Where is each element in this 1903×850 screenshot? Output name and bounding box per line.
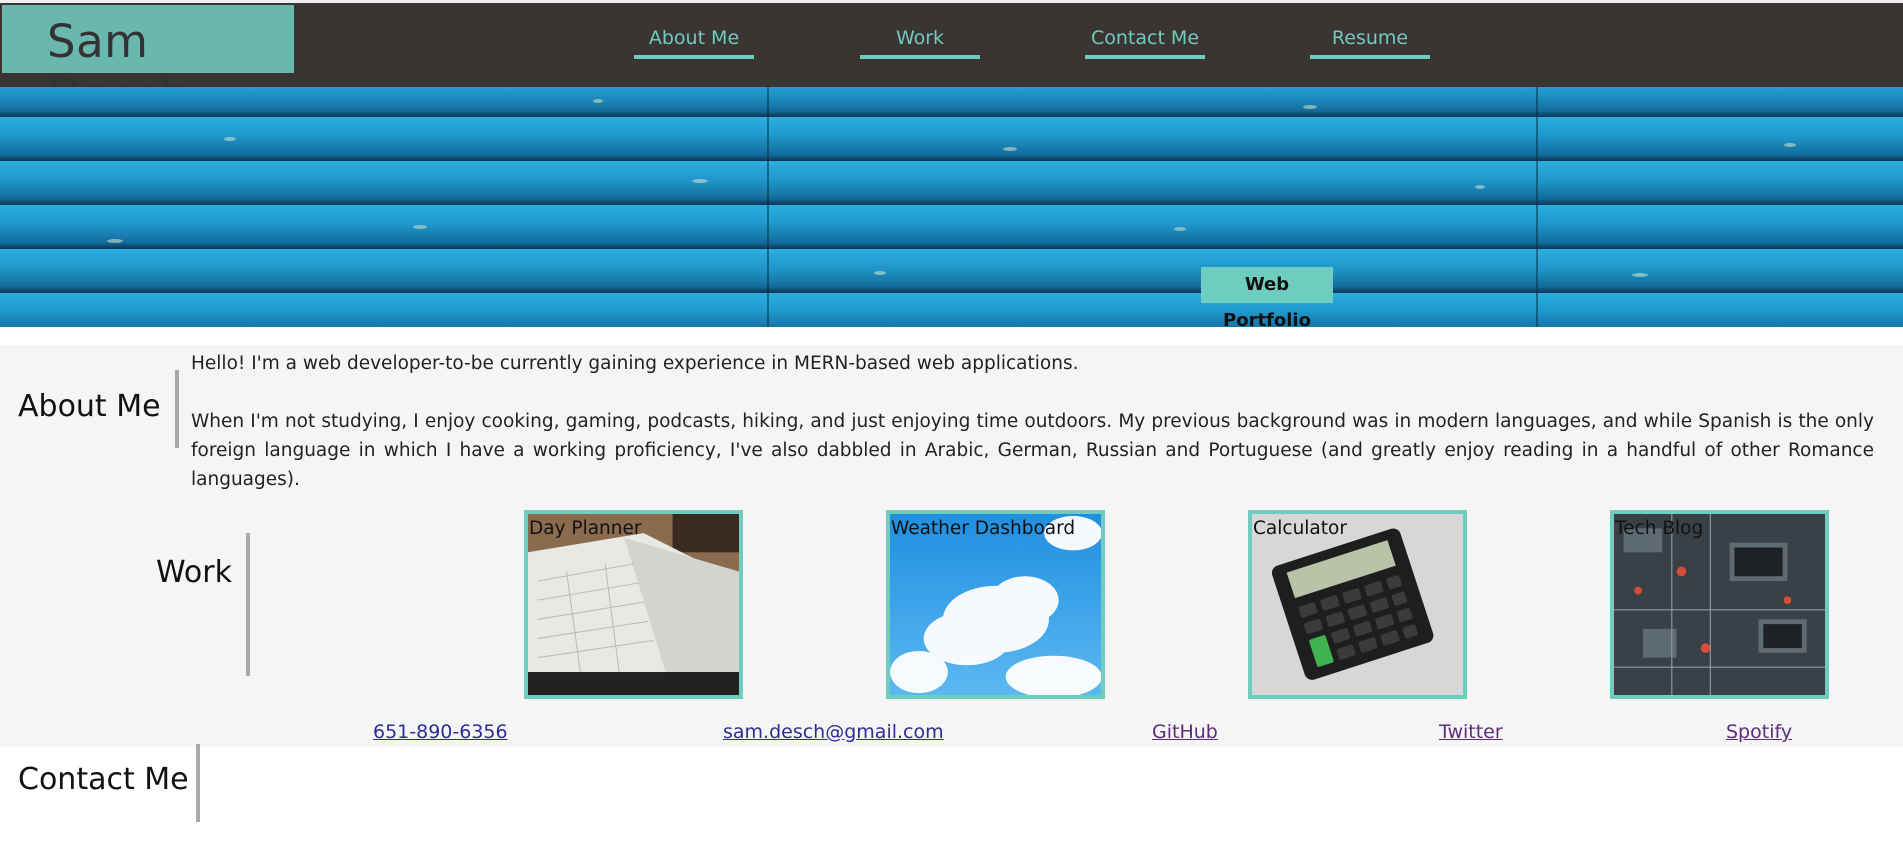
- work-divider: [246, 533, 250, 676]
- clouds-photo-icon: [890, 514, 1101, 695]
- hero-banner: Web Portfolio: [0, 87, 1903, 327]
- about-me-heading: About Me: [18, 389, 161, 424]
- site-header: Sam Desch About Me Work Contact Me Resum…: [0, 0, 1903, 121]
- contact-me-heading: Contact Me: [18, 762, 189, 797]
- nav-link-about-me[interactable]: About Me: [634, 23, 754, 59]
- project-card-day-planner[interactable]: Day Planner: [524, 510, 743, 699]
- nav-link-contact-me[interactable]: Contact Me: [1085, 23, 1205, 59]
- project-label: Calculator: [1253, 518, 1347, 539]
- spotify-link[interactable]: Spotify: [1726, 721, 1792, 743]
- twitter-link[interactable]: Twitter: [1439, 721, 1503, 743]
- project-label: Weather Dashboard: [891, 518, 1076, 539]
- main-nav: About Me Work Contact Me Resume: [0, 3, 1903, 90]
- wood-planks-image: [0, 87, 1903, 327]
- circuit-board-photo-icon: [1614, 514, 1825, 695]
- contact-divider: [196, 744, 200, 822]
- content-section: About Me Hello! I'm a web developer-to-b…: [0, 345, 1903, 747]
- about-text: Hello! I'm a web developer-to-be current…: [191, 349, 1874, 494]
- about-divider: [175, 370, 179, 448]
- nav-link-work[interactable]: Work: [860, 23, 980, 59]
- calculator-photo-icon: [1252, 514, 1463, 695]
- project-label: Day Planner: [529, 518, 642, 539]
- planner-photo-icon: [528, 514, 739, 695]
- nav-link-resume[interactable]: Resume: [1310, 23, 1430, 59]
- email-link[interactable]: sam.desch@gmail.com: [723, 721, 944, 743]
- about-paragraph-2: When I'm not studying, I enjoy cooking, …: [191, 411, 1874, 490]
- phone-link[interactable]: 651-890-6356: [373, 721, 508, 743]
- project-card-tech-blog[interactable]: Tech Blog: [1610, 510, 1829, 699]
- github-link[interactable]: GitHub: [1152, 721, 1218, 743]
- work-heading: Work: [156, 555, 232, 590]
- about-paragraph-1: Hello! I'm a web developer-to-be current…: [191, 353, 1079, 374]
- project-card-calculator[interactable]: Calculator: [1248, 510, 1467, 699]
- project-label: Tech Blog: [1615, 518, 1704, 539]
- web-portfolio-badge: Web Portfolio: [1201, 267, 1333, 327]
- project-card-weather-dashboard[interactable]: Weather Dashboard: [886, 510, 1105, 699]
